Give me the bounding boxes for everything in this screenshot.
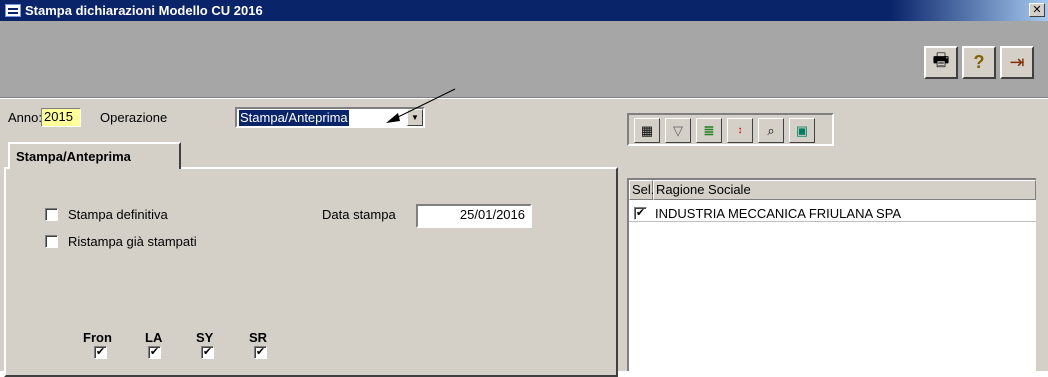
stampa-definitiva-checkbox[interactable] — [45, 208, 58, 221]
table-row-ragione-sociale[interactable]: INDUSTRIA MECCANICA FRIULANA SPA — [655, 206, 901, 222]
anno-input[interactable]: 2015 — [41, 108, 81, 127]
sort-icon: ↕ — [737, 125, 743, 136]
col-sr-label: SR — [249, 330, 268, 345]
col-la-checkbox[interactable]: ✔ — [148, 346, 161, 359]
row-select-checkbox[interactable]: ✔ — [634, 207, 647, 220]
column-header-ragione-sociale[interactable]: Ragione Sociale — [653, 180, 1036, 200]
binoculars-icon: ⌕ — [767, 122, 775, 138]
window-icon — [5, 4, 21, 17]
help-icon: ? — [973, 52, 985, 72]
sort-button[interactable]: ↕ — [727, 118, 753, 143]
anno-label: Anno: — [8, 110, 42, 125]
close-button[interactable]: ✕ — [1029, 3, 1045, 17]
data-stampa-input[interactable]: 25/01/2016 — [416, 204, 532, 228]
book-icon: ▣ — [795, 122, 809, 138]
col-fron-label: Fron — [83, 330, 112, 345]
stampa-definitiva-label: Stampa definitiva — [68, 207, 168, 222]
col-sr-checkbox[interactable]: ✔ — [254, 346, 267, 359]
exit-button[interactable]: ⇥ — [1000, 46, 1034, 79]
exit-icon: ⇥ — [1009, 52, 1025, 72]
operazione-value: Stampa/Anteprima — [239, 110, 349, 126]
title-bar: Stampa dichiarazioni Modello CU 2016 ✕ — [0, 0, 1048, 21]
traffic-light-icon: ≣ — [703, 122, 715, 138]
window-title: Stampa dichiarazioni Modello CU 2016 — [25, 3, 263, 18]
filter-button[interactable]: ▽ — [665, 118, 691, 143]
grid-toolbar: ▦ ▽ ≣ ↕ ⌕ ▣ — [627, 113, 834, 146]
data-stampa-label: Data stampa — [322, 207, 396, 222]
row-divider — [629, 221, 1036, 222]
book-button[interactable]: ▣ — [789, 118, 815, 143]
results-grid: Sel. Ragione Sociale ✔ INDUSTRIA MECCANI… — [627, 178, 1036, 371]
col-sy-label: SY — [196, 330, 214, 345]
toolbar — [0, 21, 1048, 98]
print-icon: 🖶 — [932, 49, 950, 70]
print-button[interactable]: 🖶 — [924, 46, 958, 79]
col-la-label: LA — [145, 330, 163, 345]
operazione-label: Operazione — [100, 110, 168, 125]
help-button[interactable]: ? — [962, 46, 996, 79]
column-header-sel[interactable]: Sel. — [629, 180, 654, 200]
grid-view-button[interactable]: ▦ — [634, 118, 660, 143]
traffic-light-button[interactable]: ≣ — [696, 118, 722, 143]
grid-icon: ▦ — [640, 122, 654, 138]
search-button[interactable]: ⌕ — [758, 118, 784, 143]
tab-stampa-anteprima[interactable]: Stampa/Anteprima — [8, 142, 181, 169]
col-sy-checkbox[interactable]: ✔ — [201, 346, 214, 359]
ristampa-checkbox[interactable] — [45, 235, 58, 248]
filter-icon: ▽ — [673, 122, 683, 138]
annotation-arrow-icon — [386, 88, 456, 123]
ristampa-label: Ristampa già stampati — [68, 234, 197, 249]
col-fron-checkbox[interactable]: ✔ — [94, 346, 107, 359]
close-icon: ✕ — [1032, 4, 1042, 16]
